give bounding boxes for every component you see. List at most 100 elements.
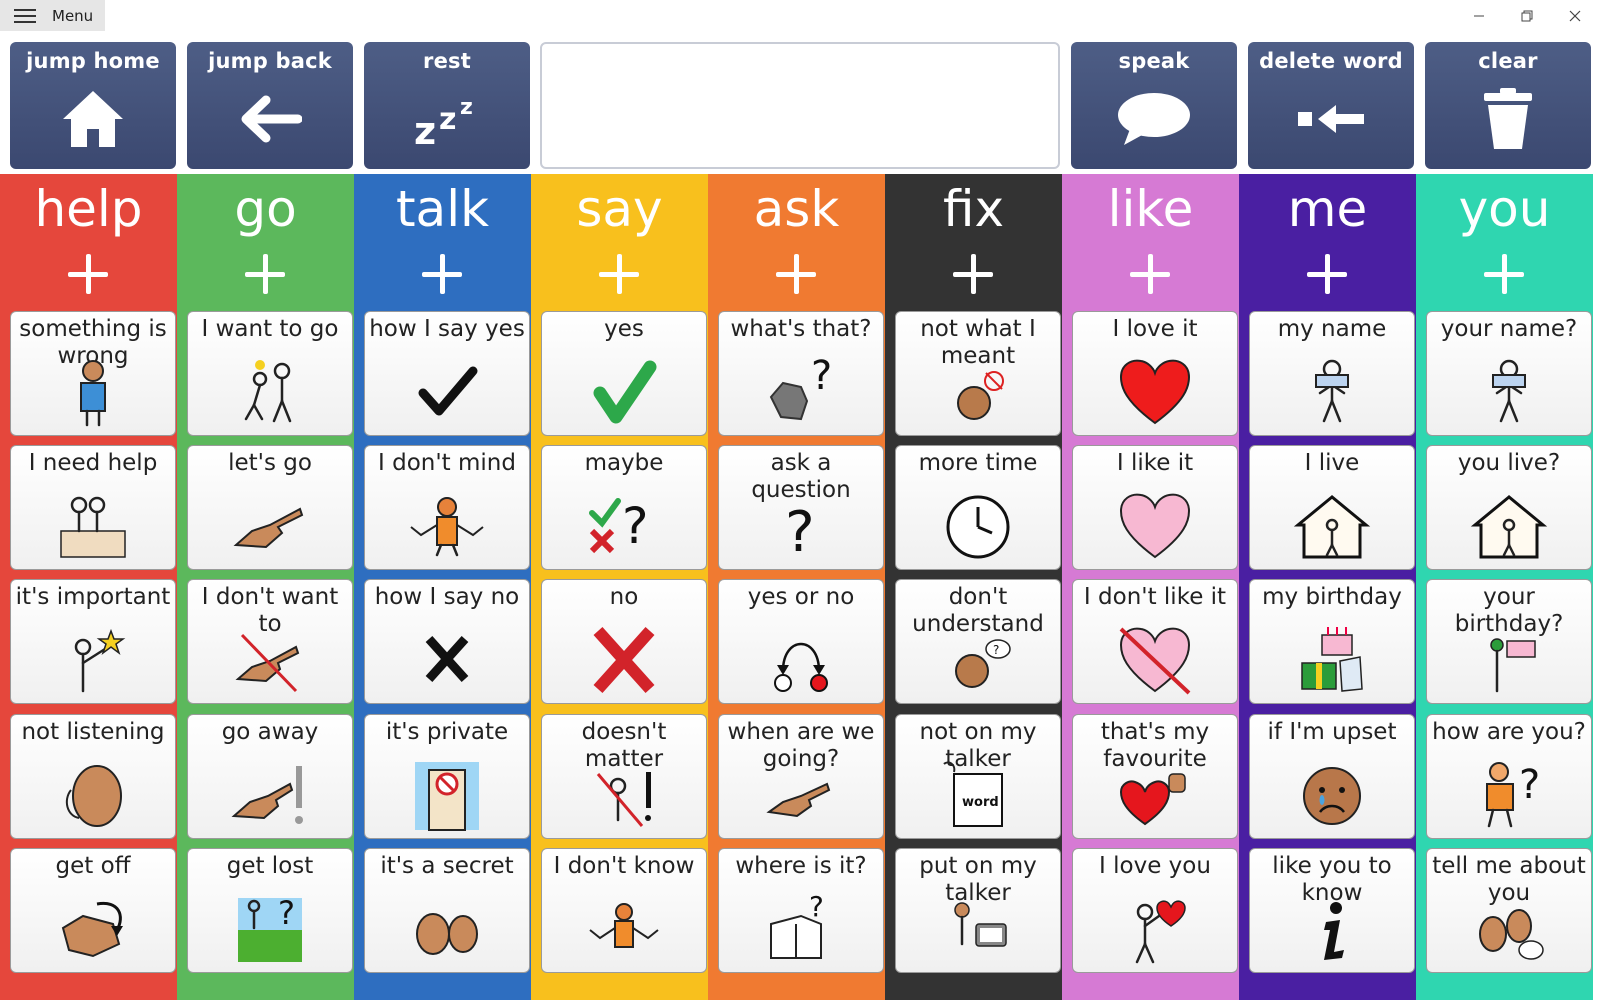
house-person-icon (1470, 495, 1548, 559)
column-word: say (576, 180, 663, 238)
back-arrow-icon (230, 83, 310, 155)
phrase-label: I love you (1099, 853, 1211, 879)
phrase-cell[interactable]: tell me about you (1426, 848, 1592, 973)
phrase-cell[interactable]: no (541, 579, 707, 704)
phrase-label: get lost (226, 853, 314, 879)
phrase-cell[interactable]: it's private (364, 714, 530, 839)
phrase-cell[interactable]: get off (10, 848, 176, 973)
column-header-you[interactable]: you (1416, 174, 1593, 312)
phrase-label: maybe (584, 450, 664, 476)
phrase-cell[interactable]: I don't like it (1072, 579, 1238, 704)
phrase-cell[interactable]: I love you (1072, 848, 1238, 973)
phrase-cell[interactable]: I love it (1072, 311, 1238, 436)
phrase-cell[interactable]: your name? (1426, 311, 1592, 436)
column-header-talk[interactable]: talk (354, 174, 531, 312)
phrase-cell[interactable]: get lost? (187, 848, 353, 973)
column-header-like[interactable]: like (1062, 174, 1239, 312)
phrase-cell[interactable]: let's go (187, 445, 353, 570)
phrase-cell[interactable]: I don't mind (364, 445, 530, 570)
phrase-cell[interactable]: it's important (10, 579, 176, 704)
column-word: you (1458, 180, 1551, 238)
birthday-cake-gift-icon (1301, 627, 1363, 692)
phrase-label: I live (1304, 450, 1360, 476)
phrase-cell[interactable]: ask a question? (718, 445, 884, 570)
phrase-cell[interactable]: something is wrong (10, 311, 176, 436)
phrase-cell[interactable]: your birthday? (1426, 579, 1592, 704)
phrase-cell[interactable]: like you to know (1249, 848, 1415, 973)
phrase-cell[interactable]: not on my talker word (895, 714, 1061, 839)
plus-icon (599, 254, 639, 294)
phrase-label: I don't mind (378, 450, 516, 476)
speak-button[interactable]: speak (1071, 42, 1237, 169)
menu-button[interactable]: Menu (0, 0, 105, 31)
phrase-cell[interactable]: yes (541, 311, 707, 436)
column-go: go I want to go let's go I don't want to go … (177, 174, 354, 1000)
phrase-cell[interactable]: I need help (10, 445, 176, 570)
phrase-cell[interactable]: how I say yes (364, 311, 530, 436)
ear-listening-icon (65, 765, 122, 827)
person-name-tag-icon (1315, 359, 1349, 423)
phrase-cell[interactable]: I don't know (541, 848, 707, 973)
column-word: go (234, 180, 297, 238)
phrase-cell[interactable]: don't understand? (895, 579, 1061, 704)
phrase-cell[interactable]: more time (895, 445, 1061, 570)
close-icon[interactable] (1552, 4, 1598, 28)
phrase-cell[interactable]: I live (1249, 445, 1415, 570)
phrase-cell[interactable]: what's that?? (718, 311, 884, 436)
phrase-cell[interactable]: maybe? (541, 445, 707, 570)
clear-button[interactable]: clear (1425, 42, 1591, 169)
person-heart-icon (1135, 900, 1186, 964)
phrase-cell[interactable]: how are you?? (1426, 714, 1592, 839)
phrase-cell[interactable]: I want to go (187, 311, 353, 436)
phrase-label: no (609, 584, 639, 610)
phrase-cell[interactable]: how I say no (364, 579, 530, 704)
phrase-cell[interactable]: if I'm upset (1249, 714, 1415, 839)
phrase-cell[interactable]: I like it (1072, 445, 1238, 570)
people-going-icon (244, 360, 292, 423)
person-worried-icon (80, 360, 106, 427)
heart-thumbs-up-icon (1119, 773, 1186, 826)
phrase-label: it's important (15, 584, 171, 610)
phrase-cell[interactable]: you live? (1426, 445, 1592, 570)
shrug-icon (410, 497, 484, 557)
phrase-cell[interactable]: when are we going? (718, 714, 884, 839)
cross-red-icon (593, 626, 655, 694)
plus-icon (1307, 254, 1347, 294)
minimize-icon[interactable] (1456, 4, 1502, 28)
phrase-label: how I say no (374, 584, 520, 610)
svg-text:?: ? (809, 894, 824, 923)
column-header-me[interactable]: me (1239, 174, 1416, 312)
restore-icon[interactable] (1504, 4, 1550, 28)
jump-home-button[interactable]: jump home (10, 42, 176, 169)
phrase-cell[interactable]: doesn't matter (541, 714, 707, 839)
phrase-cell[interactable]: not listening (10, 714, 176, 839)
phrase-cell[interactable]: yes or no (718, 579, 884, 704)
pointing-hand-small-icon (766, 782, 831, 818)
column-header-fix[interactable]: fix (885, 174, 1062, 312)
column-word: talk (395, 180, 490, 238)
phrase-label: I don't know (553, 853, 695, 879)
jump-back-button[interactable]: jump back (187, 42, 353, 169)
phrase-cell[interactable]: where is it?? (718, 848, 884, 973)
phrase-label: more time (918, 450, 1038, 476)
phrase-cell[interactable]: my name (1249, 311, 1415, 436)
phrase-cell[interactable]: I don't want to (187, 579, 353, 704)
rest-button[interactable]: rest zzz (364, 42, 530, 169)
column-header-help[interactable]: help (0, 174, 177, 312)
phrase-cell[interactable]: go away (187, 714, 353, 839)
phrase-cell[interactable]: put on my talker (895, 848, 1061, 973)
phrase-cell[interactable]: that's my favourite (1072, 714, 1238, 839)
delete-word-button[interactable]: delete word (1248, 42, 1414, 169)
column-header-say[interactable]: say (531, 174, 708, 312)
phrase-cell[interactable]: it's a secret (364, 848, 530, 973)
column-header-go[interactable]: go (177, 174, 354, 312)
phrase-cell[interactable]: not what I meant (895, 311, 1061, 436)
phrase-label: I like it (1116, 450, 1194, 476)
shrug-small-icon (589, 903, 659, 948)
column-header-ask[interactable]: ask (708, 174, 885, 312)
message-bar[interactable] (540, 42, 1060, 169)
svg-text:?: ? (278, 894, 295, 932)
check-green-icon (593, 360, 657, 424)
sleep-zzz-icon: zzz (407, 83, 487, 155)
phrase-cell[interactable]: my birthday (1249, 579, 1415, 704)
